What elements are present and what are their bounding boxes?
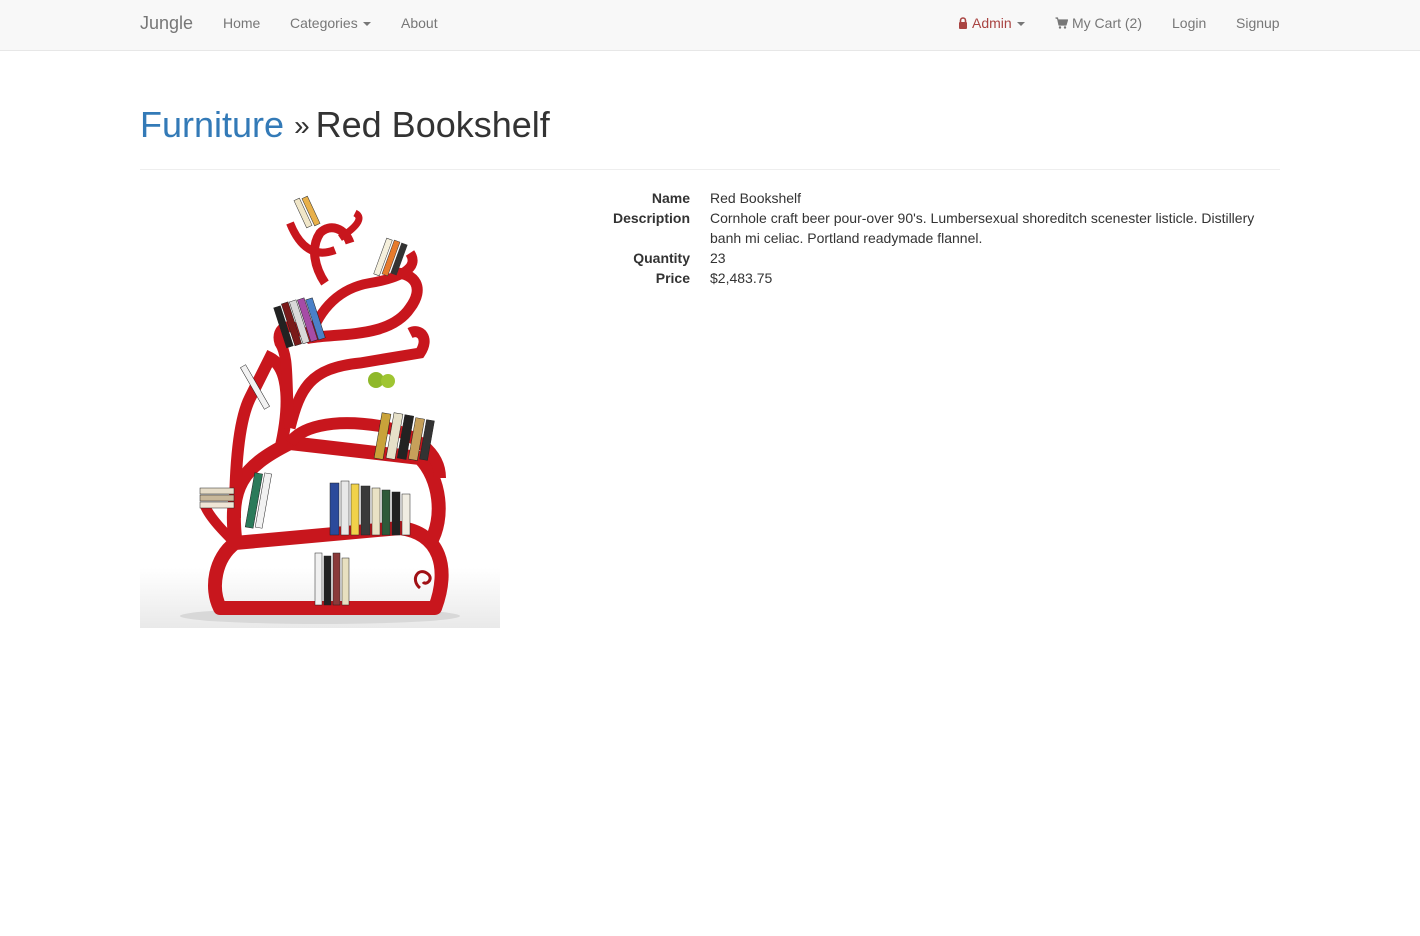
lock-icon	[959, 17, 967, 29]
breadcrumb-separator: »	[294, 110, 310, 141]
nav-admin-label: Admin	[972, 15, 1012, 31]
nav-login-link[interactable]: Login	[1172, 0, 1206, 50]
product-details: Name Red Bookshelf Description Cornhole …	[560, 188, 1280, 288]
price-value: $2,483.75	[710, 270, 773, 286]
nav-cart-label: My Cart (2)	[1072, 15, 1142, 31]
quantity-label: Quantity	[633, 250, 690, 266]
nav-signup-link[interactable]: Signup	[1236, 0, 1280, 50]
nav-categories-label: Categories	[290, 15, 358, 31]
bookshelf-illustration	[140, 195, 500, 628]
product-title: Red Bookshelf	[315, 104, 550, 145]
chevron-down-icon	[362, 22, 371, 26]
chevron-down-icon	[1016, 22, 1025, 26]
name-label: Name	[651, 190, 690, 206]
name-value: Red Bookshelf	[710, 190, 802, 206]
breadcrumb-category-link[interactable]: Furniture	[140, 104, 284, 145]
page-header: Furniture » Red Bookshelf	[140, 100, 1280, 170]
detail-row-description: Description Cornhole craft beer pour-ove…	[560, 208, 1280, 248]
nav-cart-link[interactable]: My Cart (2)	[1055, 0, 1142, 50]
description-label: Description	[612, 210, 690, 226]
nav-admin-dropdown[interactable]: Admin	[958, 0, 1025, 50]
nav-home-link[interactable]: Home	[223, 0, 260, 50]
navbar: Jungle Home Categories About Admin My Ca…	[0, 0, 1420, 51]
shopping-cart-icon	[1055, 17, 1068, 29]
quantity-value: 23	[710, 250, 726, 266]
product-image	[140, 188, 500, 628]
detail-row-quantity: Quantity 23	[560, 248, 1280, 268]
page-title: Furniture » Red Bookshelf	[140, 100, 1280, 151]
nav-about-link[interactable]: About	[401, 0, 438, 50]
price-label: Price	[655, 270, 690, 286]
detail-row-name: Name Red Bookshelf	[560, 188, 1280, 208]
detail-row-price: Price $2,483.75	[560, 268, 1280, 288]
nav-categories-dropdown[interactable]: Categories	[290, 0, 371, 50]
description-value: Cornhole craft beer pour-over 90's. Lumb…	[710, 210, 1255, 246]
brand-link[interactable]: Jungle	[140, 0, 193, 50]
